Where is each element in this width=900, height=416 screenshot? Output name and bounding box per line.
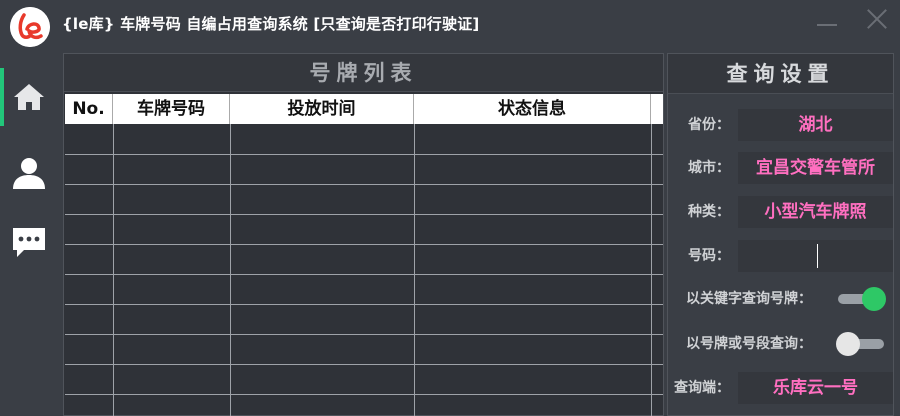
row-divider [65,214,663,215]
column-divider [651,124,652,416]
row-divider [65,184,663,185]
row-divider [65,244,663,245]
city-value: 宜昌交警车管所 [756,158,875,178]
table-row[interactable] [65,124,663,154]
sidebar [0,48,58,416]
table-row[interactable] [65,214,663,244]
column-header-plate-number[interactable]: 车牌号码 [113,94,230,124]
sidebar-item-home[interactable] [0,68,58,126]
window-title: {le库} 车牌号码 自编占用查询系统 [只查询是否打印行驶证] [62,15,480,33]
row-divider [65,394,663,395]
plate-list-panel: 号牌列表 No. 车牌号码 投放时间 状态信息 [63,53,664,416]
toggle-knob [862,287,886,311]
table-row[interactable] [65,394,663,416]
column-header-release-time[interactable]: 投放时间 [230,94,414,124]
settings-title: 查询设置 [668,54,893,94]
city-label: 城市： [688,160,730,176]
table-header: No. 车牌号码 投放时间 状态信息 [65,94,663,124]
type-label: 种类： [688,204,730,220]
toggle-knob [836,332,860,356]
row-divider [65,334,663,335]
number-row: 号码： [674,240,893,272]
column-header-no[interactable]: No. [65,94,113,124]
row-divider [65,304,663,305]
home-icon [14,84,44,110]
table-row[interactable] [65,184,663,214]
endpoint-row: 查询端： 乐库云一号 [674,372,893,404]
plate-table-body [65,124,663,416]
title-bar: {le库} 车牌号码 自编占用查询系统 [只查询是否打印行驶证] [0,0,900,48]
row-divider [65,274,663,275]
table-row[interactable] [65,334,663,364]
message-icon [13,228,45,257]
table-row[interactable] [65,304,663,334]
text-caret [817,244,818,268]
keyword-query-toggle[interactable] [836,286,886,312]
table-row[interactable] [65,274,663,304]
row-divider [65,154,663,155]
le-logo-icon [10,7,50,47]
province-label: 省份： [688,117,730,133]
number-label: 号码： [688,248,730,264]
row-divider [65,364,663,365]
keyword-query-label: 以关键字查询号牌： [686,291,812,307]
user-icon [13,158,45,189]
query-settings-panel: 查询设置 省份： 湖北 城市： 宜昌交警车管所 种类： 小型汽车牌照 号码： 以… [667,53,894,416]
province-row: 省份： 湖北 [674,109,893,141]
close-icon[interactable] [866,8,888,30]
segment-query-toggle[interactable] [836,331,886,357]
endpoint-label: 查询端： [674,380,730,396]
column-divider [414,124,415,416]
plate-list-title: 号牌列表 [64,54,663,92]
type-row: 种类： 小型汽车牌照 [674,196,893,228]
column-header-status[interactable]: 状态信息 [414,94,651,124]
segment-query-row: 以号牌或号段查询： [674,328,893,360]
keyword-query-row: 以关键字查询号牌： [674,283,893,315]
column-divider [230,124,231,416]
minimize-icon[interactable] [817,24,837,26]
number-input[interactable] [738,240,893,272]
type-value: 小型汽车牌照 [764,202,867,222]
segment-query-label: 以号牌或号段查询： [686,336,812,352]
table-row[interactable] [65,364,663,394]
city-row: 城市： 宜昌交警车管所 [674,152,893,184]
sidebar-item-messages[interactable] [0,213,58,271]
sidebar-item-user[interactable] [0,144,58,202]
table-row[interactable] [65,154,663,184]
endpoint-value: 乐库云一号 [773,378,858,398]
column-divider [113,124,114,416]
province-value: 湖北 [798,115,833,135]
table-row[interactable] [65,244,663,274]
